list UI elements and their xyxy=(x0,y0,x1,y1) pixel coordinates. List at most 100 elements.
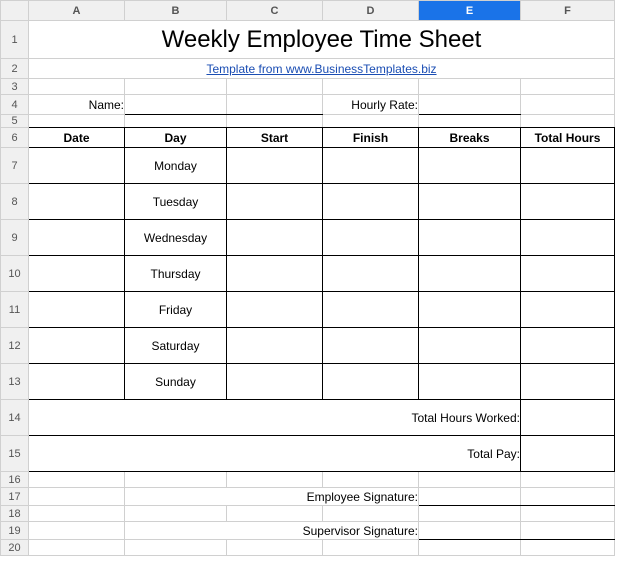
cell[interactable] xyxy=(29,522,125,540)
date-sun[interactable] xyxy=(29,364,125,400)
finish-fri[interactable] xyxy=(323,292,419,328)
row-header-14[interactable]: 14 xyxy=(1,400,29,436)
employee-sig-label[interactable]: Employee Signature: xyxy=(125,488,419,506)
cell[interactable] xyxy=(323,472,419,488)
cell[interactable] xyxy=(29,488,125,506)
column-header-D[interactable]: D xyxy=(323,1,419,21)
total-hours-value[interactable] xyxy=(521,400,615,436)
cell[interactable] xyxy=(521,95,615,115)
day-tue[interactable]: Tuesday xyxy=(125,184,227,220)
total-mon[interactable] xyxy=(521,148,615,184)
cell[interactable] xyxy=(521,506,615,522)
cell[interactable] xyxy=(227,472,323,488)
cell[interactable] xyxy=(419,506,521,522)
finish-thu[interactable] xyxy=(323,256,419,292)
row-header-2[interactable]: 2 xyxy=(1,59,29,79)
finish-tue[interactable] xyxy=(323,184,419,220)
date-mon[interactable] xyxy=(29,148,125,184)
start-mon[interactable] xyxy=(227,148,323,184)
breaks-sat[interactable] xyxy=(419,328,521,364)
cell[interactable] xyxy=(227,506,323,522)
header-start[interactable]: Start xyxy=(227,128,323,148)
breaks-sun[interactable] xyxy=(419,364,521,400)
date-sat[interactable] xyxy=(29,328,125,364)
cell[interactable] xyxy=(227,540,323,556)
finish-wed[interactable] xyxy=(323,220,419,256)
day-sun[interactable]: Sunday xyxy=(125,364,227,400)
finish-sun[interactable] xyxy=(323,364,419,400)
day-sat[interactable]: Saturday xyxy=(125,328,227,364)
cell[interactable] xyxy=(419,540,521,556)
rate-label[interactable]: Hourly Rate: xyxy=(323,95,419,115)
rate-input[interactable] xyxy=(419,95,521,115)
row-header-7[interactable]: 7 xyxy=(1,148,29,184)
total-wed[interactable] xyxy=(521,220,615,256)
column-header-F[interactable]: F xyxy=(521,1,615,21)
cell[interactable] xyxy=(323,115,419,128)
total-thu[interactable] xyxy=(521,256,615,292)
breaks-tue[interactable] xyxy=(419,184,521,220)
cell[interactable] xyxy=(29,540,125,556)
cell[interactable] xyxy=(125,79,227,95)
supervisor-sig-line-1[interactable] xyxy=(419,522,521,540)
title-cell[interactable]: Weekly Employee Time Sheet xyxy=(29,21,615,59)
cell[interactable] xyxy=(323,540,419,556)
row-header-16[interactable]: 16 xyxy=(1,472,29,488)
cell[interactable] xyxy=(521,115,615,128)
supervisor-sig-line-2[interactable] xyxy=(521,522,615,540)
header-finish[interactable]: Finish xyxy=(323,128,419,148)
total-fri[interactable] xyxy=(521,292,615,328)
cell[interactable] xyxy=(227,115,323,128)
date-fri[interactable] xyxy=(29,292,125,328)
name-label[interactable]: Name: xyxy=(29,95,125,115)
cell[interactable] xyxy=(419,115,521,128)
finish-mon[interactable] xyxy=(323,148,419,184)
row-header-11[interactable]: 11 xyxy=(1,292,29,328)
total-sun[interactable] xyxy=(521,364,615,400)
cell[interactable] xyxy=(227,79,323,95)
cell[interactable] xyxy=(125,115,227,128)
cell[interactable] xyxy=(125,540,227,556)
row-header-18[interactable]: 18 xyxy=(1,506,29,522)
cell[interactable] xyxy=(29,506,125,522)
employee-sig-line-1[interactable] xyxy=(419,488,521,506)
total-sat[interactable] xyxy=(521,328,615,364)
total-pay-value[interactable] xyxy=(521,436,615,472)
row-header-12[interactable]: 12 xyxy=(1,328,29,364)
cell[interactable] xyxy=(29,472,125,488)
header-date[interactable]: Date xyxy=(29,128,125,148)
row-header-4[interactable]: 4 xyxy=(1,95,29,115)
cell[interactable] xyxy=(323,79,419,95)
breaks-wed[interactable] xyxy=(419,220,521,256)
start-wed[interactable] xyxy=(227,220,323,256)
employee-sig-line-2[interactable] xyxy=(521,488,615,506)
row-header-17[interactable]: 17 xyxy=(1,488,29,506)
cell[interactable] xyxy=(419,472,521,488)
row-header-15[interactable]: 15 xyxy=(1,436,29,472)
column-header-B[interactable]: B xyxy=(125,1,227,21)
date-thu[interactable] xyxy=(29,256,125,292)
row-header-20[interactable]: 20 xyxy=(1,540,29,556)
row-header-6[interactable]: 6 xyxy=(1,128,29,148)
start-tue[interactable] xyxy=(227,184,323,220)
cell[interactable] xyxy=(323,506,419,522)
day-mon[interactable]: Monday xyxy=(125,148,227,184)
day-thu[interactable]: Thursday xyxy=(125,256,227,292)
total-pay-label[interactable]: Total Pay: xyxy=(29,436,521,472)
start-sun[interactable] xyxy=(227,364,323,400)
cell[interactable] xyxy=(29,115,125,128)
corner-cell[interactable] xyxy=(1,1,29,21)
column-header-C[interactable]: C xyxy=(227,1,323,21)
start-sat[interactable] xyxy=(227,328,323,364)
name-input-2[interactable] xyxy=(227,95,323,115)
column-header-A[interactable]: A xyxy=(29,1,125,21)
date-wed[interactable] xyxy=(29,220,125,256)
breaks-fri[interactable] xyxy=(419,292,521,328)
cell[interactable] xyxy=(521,540,615,556)
name-input-1[interactable] xyxy=(125,95,227,115)
row-header-10[interactable]: 10 xyxy=(1,256,29,292)
finish-sat[interactable] xyxy=(323,328,419,364)
header-total[interactable]: Total Hours xyxy=(521,128,615,148)
row-header-13[interactable]: 13 xyxy=(1,364,29,400)
cell[interactable] xyxy=(521,79,615,95)
